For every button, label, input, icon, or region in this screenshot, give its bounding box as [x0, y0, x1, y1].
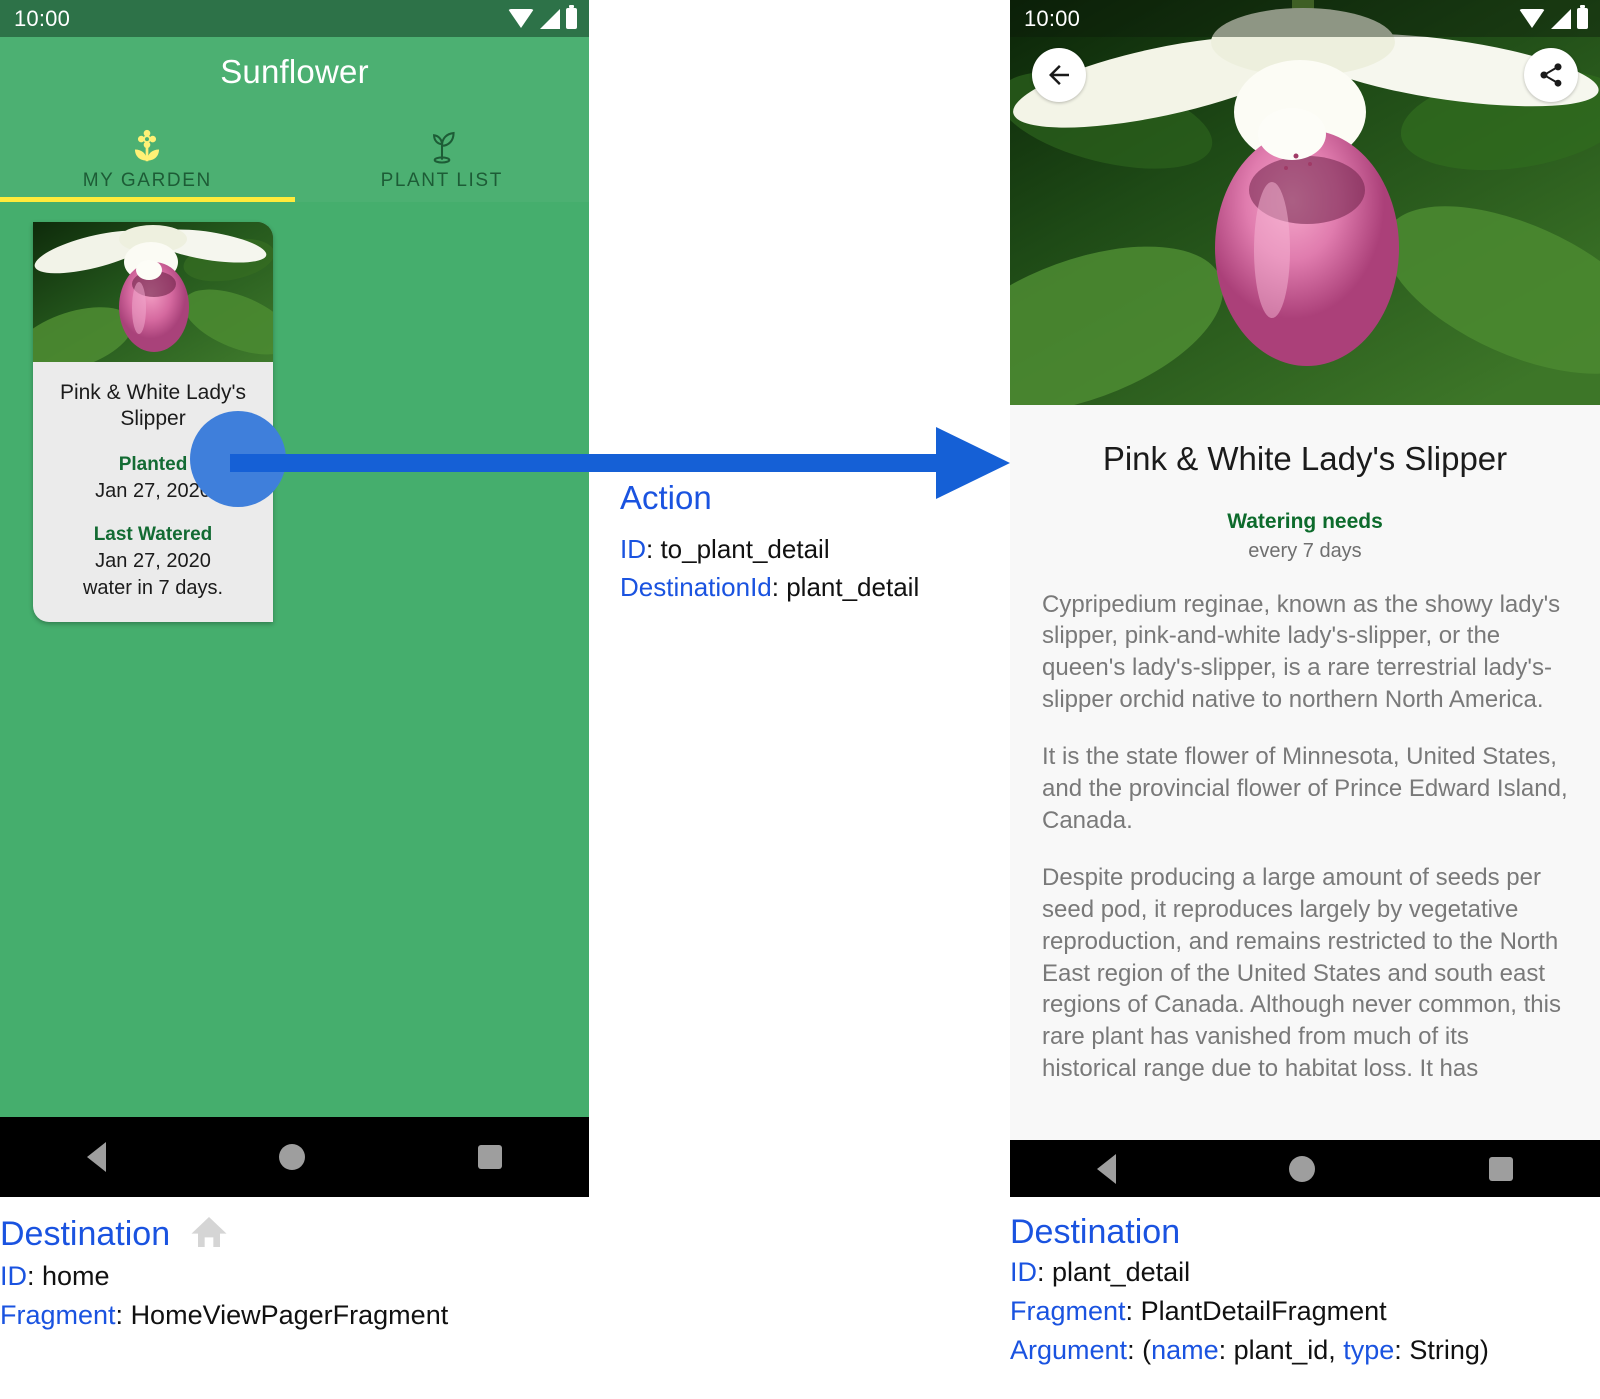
android-nav-bar — [1010, 1140, 1600, 1197]
colon-separator: : — [646, 533, 661, 564]
destination-fragment-key: Fragment — [0, 1300, 116, 1331]
status-bar: 10:00 — [1010, 0, 1600, 37]
nav-back-icon[interactable] — [86, 1142, 106, 1172]
right-phone-screenshot: 10:00 Pink & White Lady's Slipper Wateri… — [1010, 0, 1600, 1197]
page-title: Sunflower — [220, 53, 369, 90]
nav-back-icon[interactable] — [1096, 1153, 1116, 1184]
nav-home-icon[interactable] — [1289, 1155, 1316, 1182]
nav-recents-icon[interactable] — [478, 1145, 503, 1169]
destination-id-value: home — [42, 1261, 110, 1291]
destination-fragment-key: Fragment — [1010, 1295, 1126, 1326]
destination-home-annotation: Destination ID: home Fragment: HomeViewP… — [0, 1212, 448, 1335]
status-bar-time: 10:00 — [1024, 5, 1081, 31]
argument-open-paren: ( — [1142, 1335, 1152, 1366]
action-destination-line: DestinationId: plant_detail — [620, 568, 1000, 606]
sprout-icon — [423, 127, 461, 167]
destination-heading-row: Destination — [1010, 1212, 1489, 1253]
argument-type-key: type — [1343, 1335, 1395, 1366]
back-button[interactable] — [1032, 48, 1086, 102]
action-annotation: Action ID: to_plant_detail DestinationId… — [620, 478, 1000, 607]
nav-home-icon[interactable] — [278, 1144, 305, 1170]
action-heading: Action — [620, 479, 712, 516]
last-watered-label: Last Watered — [93, 523, 213, 545]
card-spacer — [43, 505, 263, 523]
action-id-value: to_plant_detail — [660, 533, 830, 564]
description-paragraph: Despite producing a large amount of seed… — [1042, 864, 1561, 1082]
signal-icon — [1551, 8, 1571, 29]
arrow-back-icon — [1049, 65, 1069, 85]
destination-id-line: ID: plant_detail — [1010, 1253, 1489, 1292]
tab-label-plant-list: PLANT LIST — [380, 170, 503, 191]
destination-heading: Destination — [0, 1215, 171, 1254]
destination-fragment-value: PlantDetailFragment — [1140, 1295, 1387, 1326]
colon-separator: : — [1037, 1256, 1053, 1287]
status-bar-time: 10:00 — [14, 5, 71, 31]
action-id-line: ID: to_plant_detail — [620, 530, 1000, 568]
colon-separator: : — [1218, 1335, 1234, 1366]
destination-id-key: ID — [0, 1261, 27, 1291]
colon-separator: : — [1127, 1335, 1143, 1366]
action-destination-value: plant_detail — [786, 572, 920, 603]
water-note: water in 7 days. — [82, 576, 224, 599]
destination-fragment-value: HomeViewPagerFragment — [130, 1300, 449, 1331]
colon-separator: : — [1394, 1335, 1410, 1366]
argument-type-value: String) — [1409, 1335, 1489, 1366]
wifi-icon — [1519, 9, 1545, 28]
destination-plant-detail-annotation: Destination ID: plant_detail Fragment: P… — [1010, 1212, 1489, 1370]
destination-heading-row: Destination — [0, 1212, 448, 1257]
android-nav-bar — [0, 1117, 589, 1197]
app-bar: Sunflower — [0, 37, 589, 107]
colon-separator: : — [771, 572, 787, 603]
destination-fragment-line: Fragment: PlantDetailFragment — [1010, 1292, 1489, 1331]
action-id-key: ID — [620, 533, 646, 564]
tab-label-my-garden: MY GARDEN — [82, 170, 212, 191]
description-paragraph: It is the state flower of Minnesota, Uni… — [1042, 743, 1568, 834]
last-watered-value: Jan 27, 2020 — [95, 549, 211, 572]
destination-argument-line: Argument: (name: plant_id, type: String) — [1010, 1331, 1489, 1370]
plant-detail-scroll[interactable]: Pink & White Lady's Slipper Watering nee… — [1010, 405, 1600, 1140]
battery-icon — [566, 5, 577, 29]
action-destination-key: DestinationId — [620, 572, 772, 603]
description-paragraph: Cypripedium reginae, known as the showy … — [1042, 590, 1561, 713]
argument-name-value: plant_id, — [1233, 1335, 1336, 1366]
plant-card-photo — [33, 222, 273, 362]
status-bar-icons — [508, 5, 577, 29]
destination-fragment-line: Fragment: HomeViewPagerFragment — [0, 1296, 448, 1335]
destination-heading: Destination — [1010, 1213, 1181, 1251]
nav-recents-icon[interactable] — [1489, 1156, 1514, 1181]
destination-id-line: ID: home — [0, 1257, 448, 1296]
destination-argument-key: Argument — [1010, 1335, 1128, 1366]
plant-detail-title: Pink & White Lady's Slipper — [1102, 440, 1508, 477]
plant-hero-image — [1010, 0, 1600, 405]
battery-icon — [1577, 5, 1588, 29]
argument-name-key: name — [1151, 1335, 1219, 1366]
left-phone-screenshot: 10:00 Sunflower MY GARDEN PLANT LIST Pin… — [0, 0, 589, 1197]
my-garden-list: Pink & White Lady's Slipper Planted Jan … — [0, 202, 589, 1117]
colon-separator: : — [1125, 1295, 1141, 1326]
colon-separator: : — [27, 1261, 43, 1291]
signal-icon — [540, 8, 560, 29]
tab-my-garden[interactable]: MY GARDEN — [0, 107, 295, 202]
watering-needs-value: every 7 days — [1248, 539, 1362, 562]
status-bar-icons — [1519, 5, 1588, 29]
tab-bar: MY GARDEN PLANT LIST — [0, 107, 589, 202]
watering-needs-label: Watering needs — [1227, 509, 1383, 533]
status-bar: 10:00 — [0, 0, 589, 37]
share-icon — [1540, 63, 1562, 87]
destination-id-value: plant_detail — [1052, 1256, 1191, 1287]
colon-separator: : — [115, 1300, 131, 1331]
share-button[interactable] — [1524, 48, 1578, 102]
tab-plant-list[interactable]: PLANT LIST — [295, 107, 590, 202]
flower-icon — [128, 127, 166, 167]
home-icon — [186, 1212, 232, 1257]
destination-id-key: ID — [1010, 1256, 1037, 1287]
navigation-source-dot — [190, 411, 286, 507]
wifi-icon — [508, 9, 534, 28]
